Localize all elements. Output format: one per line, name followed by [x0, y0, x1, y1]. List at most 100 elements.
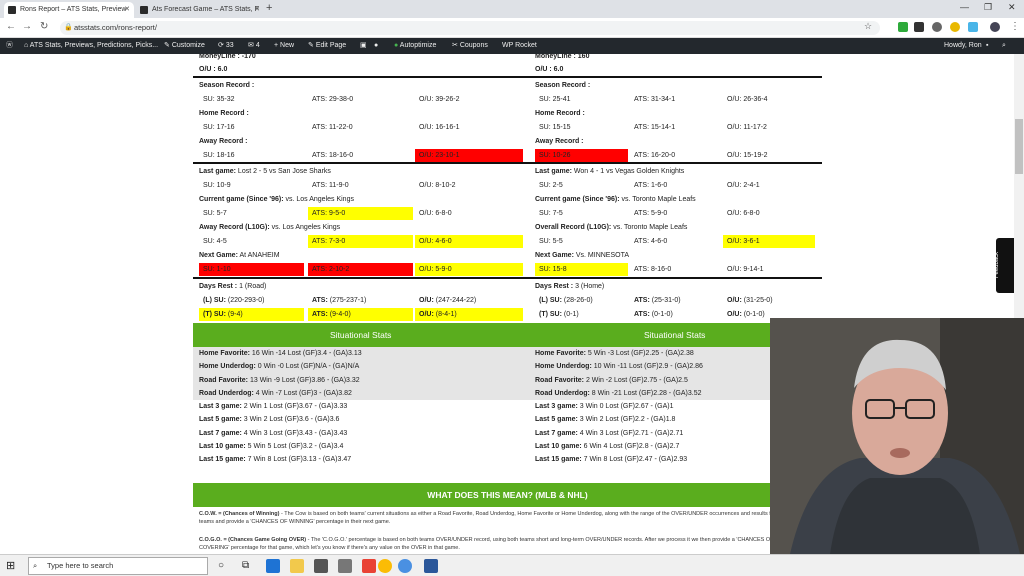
cortana-icon[interactable]: ○: [218, 559, 232, 573]
profile-avatar[interactable]: [990, 22, 1000, 32]
site-favicon-icon: [140, 6, 148, 14]
rest-t-ats: ATS: (9-4-0): [308, 308, 413, 321]
tab-title: Rons Report – ATS Stats, Preview: [20, 6, 127, 13]
current-ats: ATS: 5-9-0: [634, 210, 668, 217]
situational-title-right: Situational Stats: [644, 330, 706, 340]
wp-user-avatar[interactable]: ▪: [986, 38, 988, 54]
wp-site-link[interactable]: ⌂ ATS Stats, Previews, Predictions, Pick…: [24, 38, 158, 54]
what-does-this-mean-header: WHAT DOES THIS MEAN? (MLB & NHL): [193, 483, 822, 507]
rest-t-su: (T) SU: (9-4): [199, 308, 304, 321]
feedback-tab[interactable]: Feedback: [994, 238, 1014, 293]
back-icon[interactable]: ←: [6, 21, 16, 32]
next-ou: O/U: 9-14-1: [727, 266, 764, 273]
wp-comments-link[interactable]: ✉ 4: [248, 38, 260, 54]
extension-icon[interactable]: [932, 22, 942, 32]
stat-label: Home Favorite:: [199, 350, 250, 357]
next-game-row: Next Game: Vs. MINNESOTA: [535, 252, 630, 259]
wp-customize-link[interactable]: ✎ Customize: [164, 38, 205, 54]
stat-label: Last 3 game:: [535, 403, 578, 410]
store-icon[interactable]: [314, 559, 328, 573]
next-ou: O/U: 5-9-0: [415, 263, 523, 276]
stat-value: 7 Win 8 Lost (GF)3.13 - (GA)3.47: [247, 456, 352, 464]
stat-label: Road Favorite:: [199, 376, 249, 384]
cogo-explanation: C.O.G.O. = (Chances Game Going OVER) - T…: [199, 537, 774, 551]
wp-status-dot-icon[interactable]: ●: [374, 38, 378, 54]
forward-icon[interactable]: →: [22, 21, 32, 32]
moneyline: MoneyLine : -170: [199, 54, 256, 60]
wp-rocket-link[interactable]: WP Rocket: [502, 38, 537, 54]
home-record-label: Home Record :: [535, 110, 585, 117]
maximize-icon[interactable]: ❐: [984, 2, 992, 13]
wp-coupons-link[interactable]: ✂ Coupons: [452, 38, 488, 54]
stat-label: Last 5 game:: [199, 416, 242, 424]
close-tab-icon[interactable]: ✕: [124, 2, 130, 18]
wp-plugin-icon[interactable]: ▣: [360, 38, 367, 54]
stat-row: Last 5 game: 3 Win 2 Lost (GF)2.2 - (GA)…: [535, 413, 675, 426]
stat-label: Home Underdog:: [535, 363, 592, 371]
stat-value: 5 Win 5 Lost (GF)3.2 - (GA)3.4: [247, 442, 344, 450]
wp-search-icon[interactable]: ⌕: [1002, 38, 1006, 54]
address-bar-row: ← → ↻ 🔒 atsstats.com/rons-report/ ☆ ⋮: [0, 18, 1024, 38]
file-explorer-icon[interactable]: [290, 559, 304, 573]
stat-value: 2 Win 1 Lost (GF)3.67 - (GA)3.33: [243, 403, 348, 410]
wp-howdy-user[interactable]: Howdy, Ron: [944, 38, 982, 54]
home-record-label: Home Record :: [199, 110, 249, 117]
wp-updates-link[interactable]: ⟳ 33: [218, 38, 234, 54]
menu-dots-icon[interactable]: ⋮: [1010, 21, 1020, 32]
scrollbar-thumb[interactable]: [1015, 119, 1023, 174]
word-icon[interactable]: [424, 559, 438, 573]
edge-icon[interactable]: [266, 559, 280, 573]
reload-icon[interactable]: ↻: [40, 21, 48, 32]
stat-label: Last 5 game:: [535, 416, 578, 424]
away-su: SU: 18-16: [203, 152, 235, 159]
away-ou: O/U: 23-10-1: [415, 149, 523, 162]
close-window-icon[interactable]: ✕: [1008, 2, 1016, 13]
windows-start-icon[interactable]: ⊞: [6, 559, 20, 573]
stat-row: Last 10 game: 6 Win 4 Lost (GF)2.8 - (GA…: [535, 440, 679, 453]
stat-label: Road Underdog:: [199, 389, 254, 397]
new-tab-icon[interactable]: +: [266, 2, 272, 14]
season-su: SU: 35-32: [203, 96, 235, 103]
url-input[interactable]: 🔒 atsstats.com/rons-report/: [60, 21, 880, 35]
l10-ats: ATS: 4-6-0: [634, 238, 668, 245]
bookmark-star-icon[interactable]: ☆: [864, 21, 872, 32]
app-icon[interactable]: [398, 559, 412, 573]
last-game-row: Last game: Won 4 - 1 vs Vegas Golden Kni…: [535, 168, 685, 175]
stat-value: 3 Win 2 Lost (GF)3.6 - (GA)3.6: [243, 416, 340, 424]
extension-icon[interactable]: [950, 22, 960, 32]
stat-row: Last 7 game: 4 Win 3 Lost (GF)3.43 - (GA…: [199, 427, 347, 440]
taskbar-search-input[interactable]: ⌕ Type here to search: [28, 557, 208, 575]
l10-su: SU: 5-5: [539, 238, 563, 245]
next-su: SU: 1-10: [199, 263, 304, 276]
extension-icon[interactable]: [914, 22, 924, 32]
stat-value: 10 Win -11 Lost (GF)2.9 - (GA)2.86: [593, 363, 703, 371]
last-su: SU: 10-9: [203, 182, 231, 189]
mail-icon[interactable]: [338, 559, 352, 573]
current-ats: ATS: 9-5-0: [308, 207, 413, 220]
stat-label: Last 7 game:: [535, 429, 578, 437]
close-tab-icon[interactable]: ✕: [254, 2, 260, 18]
task-view-icon[interactable]: ⧉: [242, 559, 256, 573]
minimize-icon[interactable]: —: [960, 2, 969, 12]
chrome-icon[interactable]: [378, 559, 392, 573]
extension-cloud-icon[interactable]: [968, 22, 978, 32]
stat-value: 3 Win 2 Lost (GF)2.2 - (GA)1.8: [579, 416, 676, 424]
extension-check-icon[interactable]: [898, 22, 908, 32]
tab-ats-forecast[interactable]: Ats Forecast Game – ATS Stats, F ✕: [136, 2, 264, 18]
wp-autoptimize-link[interactable]: ● Autoptimize: [394, 38, 436, 54]
wp-edit-page-link[interactable]: ✎ Edit Page: [308, 38, 346, 54]
rest-l-ats: ATS: (25-31-0): [634, 297, 681, 304]
section-divider: [193, 76, 822, 78]
home-su: SU: 15-15: [539, 124, 571, 131]
wordpress-logo-icon[interactable]: ⓦ: [6, 38, 13, 54]
rest-t-ou: O/U: (8-4-1): [415, 308, 523, 321]
stat-row: Road Favorite: 13 Win -9 Lost (GF)3.86 -…: [199, 374, 360, 387]
stat-value: 0 Win -0 Lost (GF)N/A - (GA)N/A: [257, 363, 360, 371]
photos-icon[interactable]: [362, 559, 376, 573]
wp-new-link[interactable]: + New: [274, 38, 294, 54]
season-su: SU: 25-41: [539, 96, 571, 103]
rest-l-su: (L) SU: (28-26-0): [539, 297, 593, 304]
site-favicon-icon: [8, 6, 16, 14]
tab-rons-report[interactable]: Rons Report – ATS Stats, Preview ✕: [4, 2, 134, 18]
l10-row: Away Record (L10G): vs. Los Angeles King…: [199, 224, 341, 231]
